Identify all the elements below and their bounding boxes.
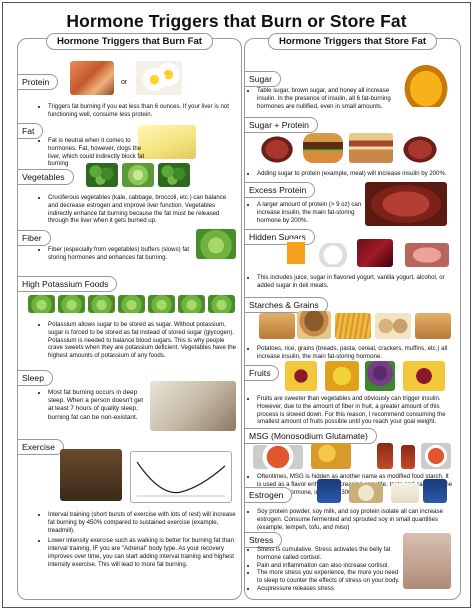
- sugar-tag: Sugar: [244, 71, 281, 87]
- page-title: Hormone Triggers that Burn or Store Fat: [66, 11, 407, 31]
- dressing-bottle-image: [377, 443, 393, 469]
- kale-image: [158, 163, 190, 187]
- pretzel-image: [415, 313, 451, 339]
- burn-fat-column: Hormone Triggers that Burn Fat Protein o…: [17, 33, 242, 600]
- infographic-page: Hormone Triggers that Burn or Store Fat …: [2, 2, 471, 608]
- msg-tag: MSG (Monosodium Glutamate): [244, 428, 377, 444]
- greens-image-4: [118, 295, 145, 313]
- honey-image: [401, 61, 451, 107]
- sugar-text: Table sugar, brown sugar, and honey all …: [249, 87, 399, 113]
- snack-image: [311, 443, 351, 469]
- fruits-text: Fruits are sweeter than vegetables and o…: [249, 395, 454, 429]
- estrogen-tag: Estrogen: [244, 487, 293, 503]
- broccoli-image: [86, 163, 118, 187]
- exercise-graph-image: [130, 451, 232, 503]
- fruit-bowl-image: [403, 361, 445, 391]
- sleeping-person-image: [150, 381, 236, 431]
- sugar-protein-tag: Sugar + Protein: [244, 117, 318, 133]
- fruits-tag: Fruits: [244, 365, 280, 381]
- stress-list: Stress is cumulative. Stress activates t…: [249, 546, 401, 593]
- fiber-tag: Fiber: [17, 230, 51, 246]
- treadmill-runner-image: [60, 449, 122, 501]
- cabbage-image: [122, 163, 154, 187]
- supplement-jar-image: [317, 479, 341, 503]
- vegetables-text: Cruciferous vegetables (kale, cabbage, b…: [40, 194, 236, 228]
- hidden-sugars-text: This includes juice, sugar in flavored y…: [249, 274, 454, 293]
- vegetables-tag: Vegetables: [17, 169, 74, 185]
- burn-fat-header: Hormone Triggers that Burn Fat: [46, 33, 213, 50]
- muffin-image: [297, 311, 331, 339]
- glazed-meat-image: [399, 133, 441, 163]
- sugar-protein-text: Adding sugar to protein (example, meat) …: [249, 170, 454, 181]
- wine-image: [357, 239, 393, 267]
- or-label: or: [121, 79, 128, 86]
- stress-item: Acupressure releases stress: [257, 585, 401, 593]
- burger-image: [303, 133, 343, 163]
- excess-protein-tag: Excess Protein: [244, 182, 316, 198]
- sauce-bottle-image: [401, 445, 415, 469]
- sleep-text: Most fat burning occurs in deep sleep. W…: [40, 389, 150, 425]
- stress-item: Pain and inflammation can also increase …: [257, 562, 401, 570]
- grapes-image: [365, 361, 395, 391]
- stress-item: Stress is cumulative. Stress activates t…: [257, 546, 401, 562]
- store-fat-header: Hormone Triggers that Store Fat: [267, 33, 438, 50]
- greens-image-1: [28, 295, 55, 313]
- soy-milk-image: [423, 479, 447, 503]
- juice-image: [287, 239, 305, 267]
- greens-image-3: [88, 295, 115, 313]
- fiber-text: Fiber (especially from vegetables) buffe…: [40, 246, 192, 265]
- store-fat-column: Hormone Triggers that Store Fat Sugar Ta…: [244, 33, 461, 600]
- tofu-image: [391, 483, 419, 503]
- excess-protein-text: A larger amount of protein (> 9 oz) can …: [249, 201, 363, 227]
- yogurt-image: [313, 243, 353, 267]
- lettuce-image: [196, 229, 236, 259]
- steak-image: [365, 182, 447, 226]
- stress-item: The more stress you experience, the more…: [257, 569, 401, 585]
- greens-image-6: [178, 295, 205, 313]
- salmon-image: [70, 61, 114, 95]
- exercise-curve-icon: [136, 461, 226, 497]
- potassium-tag: High Potassium Foods: [17, 276, 118, 292]
- seasoning-image: [421, 443, 451, 469]
- exercise-text: Interval training (short bursts of exerc…: [40, 511, 236, 572]
- bbq-ribs-image: [257, 133, 297, 163]
- fruit-image-1: [285, 361, 317, 391]
- sandwich-image: [349, 133, 393, 163]
- fries-image: [335, 313, 371, 339]
- potassium-text: Potassium allows sugar to be stored as s…: [40, 321, 236, 363]
- soup-image: [253, 445, 303, 469]
- soybeans-image: [349, 483, 383, 503]
- greens-image-7: [208, 295, 235, 313]
- deli-meat-image: [405, 243, 449, 267]
- exercise-tag: Exercise: [17, 439, 64, 455]
- stressed-person-image: [403, 533, 451, 589]
- banana-image: [325, 361, 359, 391]
- sleep-tag: Sleep: [17, 370, 53, 386]
- protein-tag: Protein: [17, 74, 59, 90]
- greens-image-2: [58, 295, 85, 313]
- crackers-image: [375, 313, 411, 339]
- estrogen-text: Soy protein powder, soy milk, and soy pr…: [249, 508, 454, 534]
- bread-image: [259, 313, 295, 339]
- protein-text: Triggers fat burning if you eat less tha…: [40, 103, 235, 122]
- eggs-image: [136, 61, 182, 95]
- greens-image-5: [148, 295, 175, 313]
